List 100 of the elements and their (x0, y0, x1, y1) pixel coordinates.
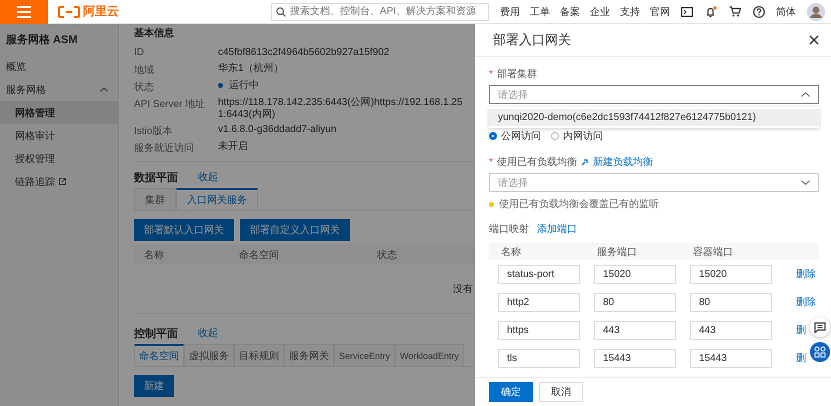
info-value: c45fbf8613c2f4964b5602b927a15f902 (218, 47, 390, 59)
delete-link[interactable]: 删 (796, 323, 806, 337)
container-port-field[interactable]: 15020 (690, 264, 772, 284)
port-name-field[interactable]: tls (498, 348, 580, 368)
sidebar-item[interactable]: 网格审计 (0, 124, 118, 147)
add-port-link[interactable]: 添加端口 (537, 222, 577, 236)
dropdown-option[interactable]: yunqi2020-demo(c6e2dc1593f74412f827e6124775b0121) (489, 109, 819, 126)
service-port-field[interactable]: 15020 (594, 264, 676, 284)
collapse-link[interactable]: 收起 (198, 326, 218, 340)
close-icon[interactable] (809, 35, 819, 45)
language-link[interactable]: 简体 (776, 4, 796, 18)
delete-link[interactable]: 删除 (796, 267, 816, 281)
nav-link[interactable]: 支持 (620, 4, 640, 18)
tab[interactable]: 集群 (134, 188, 176, 210)
column-header: 状态 (377, 248, 397, 262)
warning-text: 使用已有负载均衡会覆盖已有的监听 (499, 198, 659, 211)
info-value: https://118.178.142.235:6443(公网)https://192.168.1.251:6443(内网) (218, 97, 464, 121)
column-header: 命名空间 (239, 248, 280, 262)
create-load-balancer-link[interactable]: 新建负载均衡 (592, 155, 653, 169)
section-title: 控制平面 (134, 326, 178, 340)
field-label: 部署集群 (496, 68, 537, 81)
info-label: Istio版本 (134, 124, 174, 138)
info-label: 状态 (134, 80, 155, 94)
sidebar-item[interactable]: 链路追踪 (0, 170, 118, 193)
service-port-field[interactable]: 443 (594, 320, 676, 340)
search-icon (276, 6, 286, 16)
chevron-icon (801, 180, 810, 185)
menu-icon (17, 6, 31, 18)
tab[interactable]: WorkloadEntry (395, 344, 464, 366)
column-header: 容器端口 (693, 246, 734, 258)
field-label: 端口映射 (489, 222, 529, 236)
sidebar-item[interactable]: 网格管理 (0, 101, 118, 124)
nav-link[interactable]: 费用 (500, 4, 520, 18)
column-header: 名称 (144, 249, 165, 262)
cancel-button[interactable]: 取消 (539, 382, 583, 402)
logo-text[interactable]: 阿里云 (83, 3, 119, 20)
deploy-button[interactable]: 部署自定义入口网关 (240, 219, 350, 241)
help-icon[interactable] (753, 6, 765, 18)
delete-link[interactable]: 删除 (796, 295, 816, 309)
tab[interactable]: 服务网关 (284, 344, 334, 366)
info-value: v1.6.8.0-g36ddadd7-aliyun (218, 124, 338, 136)
feedback-button[interactable] (810, 317, 830, 337)
nav-link[interactable]: 工单 (530, 4, 550, 18)
apps-button[interactable] (810, 342, 830, 362)
radio-button[interactable] (551, 132, 559, 140)
required-mark: * (489, 68, 493, 80)
external-link-icon (59, 178, 66, 185)
port-name-field[interactable]: https (498, 320, 580, 340)
container-port-field[interactable]: 15443 (690, 348, 772, 368)
port-name-field[interactable]: status-port (498, 264, 580, 284)
tab[interactable]: 目标规则 (234, 344, 284, 366)
required-mark: * (489, 156, 493, 168)
info-label: ID (134, 47, 145, 58)
link-icon (580, 158, 589, 166)
tab[interactable]: 命名空间 (134, 344, 184, 366)
create-button[interactable]: 新建 (134, 375, 174, 397)
deploy-button[interactable]: 部署默认入口网关 (134, 219, 234, 241)
info-label: 地域 (134, 64, 155, 77)
menu-button[interactable] (0, 0, 48, 24)
radio-label: 公网访问 (501, 130, 541, 143)
warning-dot (489, 202, 494, 206)
service-port-field[interactable]: 15443 (594, 348, 676, 368)
cart-icon[interactable] (729, 6, 741, 17)
tab[interactable]: ServiceEntry (334, 344, 396, 366)
load-balancer-select[interactable]: 请选择 (489, 173, 819, 192)
confirm-button[interactable]: 确定 (489, 382, 533, 402)
service-port-field[interactable]: 80 (594, 292, 676, 312)
apps-icon (814, 346, 826, 358)
message-icon (814, 322, 826, 332)
sidebar-item[interactable]: 概览 (0, 55, 118, 78)
collapse-link[interactable]: 收起 (198, 170, 218, 184)
delete-link[interactable]: 删 (796, 351, 806, 365)
nav-link[interactable]: 官网 (650, 4, 670, 18)
status-dot (218, 83, 223, 88)
cluster-select[interactable]: 请选择 (489, 85, 819, 104)
chevron-icon (100, 87, 108, 92)
sidebar-item[interactable]: 授权管理 (0, 147, 118, 170)
container-port-field[interactable]: 80 (690, 292, 772, 312)
nav-link[interactable]: 备案 (560, 4, 580, 18)
container-port-field[interactable]: 443 (690, 320, 772, 340)
radio-label: 内网访问 (563, 130, 603, 143)
nav-link[interactable]: 企业 (590, 4, 610, 18)
sidebar-title: 服务网格 ASM (4, 32, 78, 48)
logo-icon (58, 6, 80, 18)
section-title: 数据平面 (134, 170, 178, 184)
chevron-icon (801, 92, 810, 97)
info-value: 运行中 (229, 80, 260, 92)
terminal-icon[interactable] (681, 6, 693, 16)
column-header: 名称 (501, 246, 522, 258)
section-title: 基本信息 (134, 26, 175, 41)
bell-icon[interactable] (705, 6, 717, 18)
avatar-icon[interactable] (807, 2, 825, 20)
port-name-field[interactable]: http2 (498, 292, 580, 312)
tab[interactable]: 虚拟服务 (184, 344, 234, 366)
radio-button[interactable] (489, 132, 497, 140)
info-label: 服务就近访问 (134, 142, 195, 155)
tab[interactable]: 入口网关服务 (176, 188, 258, 210)
empty-text: 没有 (453, 283, 473, 296)
sidebar-item[interactable]: 服务网格 (0, 78, 118, 101)
field-label: 使用已有负载均衡 (496, 156, 577, 169)
